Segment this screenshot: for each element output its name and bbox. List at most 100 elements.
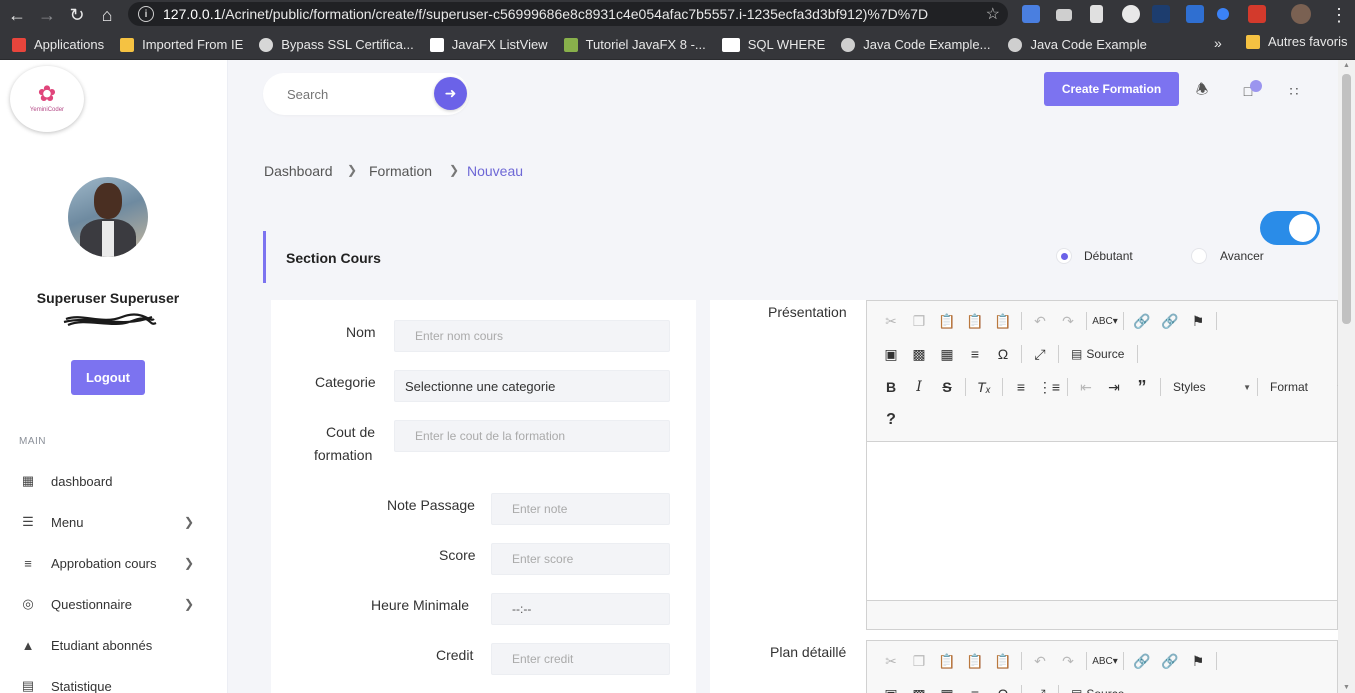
blockquote-icon[interactable]: ” [1128,375,1156,399]
doc-extension-icon[interactable] [1090,5,1103,23]
search-submit-button[interactable]: ➜ [434,77,467,110]
italic-icon[interactable]: I [905,375,933,399]
numbered-list-icon[interactable]: ≡ [1007,375,1035,399]
bookmark-java-code-1[interactable]: Java Code Example... [841,37,990,52]
bookmark-applications[interactable]: Applications [12,37,104,52]
format-dropdown[interactable]: Format▼ [1262,375,1346,399]
bookmark-sql-where[interactable]: SQL WHERE [721,37,825,52]
link-icon[interactable]: 🔗 [1128,649,1156,673]
paste-text-icon[interactable]: 📋 [961,309,989,333]
bookmark-bypass-ssl[interactable]: Bypass SSL Certifica... [259,37,414,52]
copy-icon[interactable]: ❐ [905,649,933,673]
cout-input[interactable]: Enter le cout de la formation [394,420,670,452]
help-icon[interactable]: ? [877,408,905,432]
anchor-flag-icon[interactable]: ⚑ [1184,649,1212,673]
sidebar-item-menu[interactable]: ☰ Menu ❯ [0,507,216,537]
heure-time-input[interactable]: --:-- [491,593,670,625]
paste-word-icon[interactable]: 📋 [989,649,1017,673]
sidebar-item-etudiants[interactable]: ▲ Etudiant abonnés [0,630,216,660]
source-button[interactable]: ▤Source [1063,342,1133,366]
bookmark-java-code-2[interactable]: Java Code Example [1008,37,1147,52]
horizontal-rule-icon[interactable]: ≡ [961,342,989,366]
sidebar-item-approbation[interactable]: ≡ Approbation cours ❯ [0,548,216,578]
app-logo[interactable]: ✿ YeminiCoder [10,66,84,132]
table-icon[interactable]: ▦ [933,682,961,693]
undo-icon[interactable]: ↶ [1026,649,1054,673]
unlink-icon[interactable]: 🔗 [1156,649,1184,673]
nom-input[interactable]: Enter nom cours [394,320,670,352]
scroll-down-icon[interactable]: ▼ [1343,684,1350,691]
spellcheck-icon[interactable]: ABC▾ [1091,649,1119,673]
sidebar-item-questionnaire[interactable]: ◎ Questionnaire ❯ [0,589,216,619]
score-input[interactable]: Enter score [491,543,670,575]
categorie-select[interactable]: Selectionne une categorie [394,370,670,402]
link-icon[interactable]: 🔗 [1128,309,1156,333]
spellcheck-icon[interactable]: ABC▾ [1091,309,1119,333]
horizontal-rule-icon[interactable]: ≡ [961,682,989,693]
bulleted-list-icon[interactable]: ⋮≡ [1035,375,1063,399]
flash-icon[interactable]: ▩ [905,342,933,366]
forward-icon[interactable]: → [34,2,60,28]
redo-icon[interactable]: ↷ [1054,649,1082,673]
bookmark-imported-ie[interactable]: Imported From IE [120,37,243,52]
flash-icon[interactable]: ▩ [905,682,933,693]
logout-button[interactable]: Logout [71,360,145,395]
maximize-icon[interactable]: ⤢ [1026,342,1054,366]
source-button[interactable]: ▤Source [1063,682,1133,693]
address-bar[interactable]: i 127.0.0.1/Acrinet/public/formation/cre… [128,2,1008,26]
url-text[interactable]: 127.0.0.1/Acrinet/public/formation/creat… [163,6,983,22]
bookmark-tutoriel-javafx[interactable]: Tutoriel JavaFX 8 -... [563,37,706,52]
section-toggle[interactable] [1260,211,1320,245]
home-icon[interactable]: ⌂ [94,2,120,28]
bookmark-star-icon[interactable]: ☆ [986,4,1000,24]
paste-icon[interactable]: 📋 [933,309,961,333]
page-scrollbar[interactable]: ▲ ▼ [1338,60,1355,693]
cut-icon[interactable]: ✂ [877,649,905,673]
search-input[interactable] [287,84,427,104]
special-char-icon[interactable]: Ω [989,682,1017,693]
outdent-icon[interactable]: ⇤ [1072,375,1100,399]
table-icon[interactable]: ▦ [933,342,961,366]
level-avancer-radio[interactable] [1191,248,1207,264]
scroll-up-icon[interactable]: ▲ [1343,62,1350,69]
paste-icon[interactable]: 📋 [933,649,961,673]
bookmark-javafx-listview[interactable]: JavaFX ListView [429,37,548,52]
breadcrumb-dashboard[interactable]: Dashboard [264,163,333,179]
level-debutant-radio[interactable] [1056,248,1072,264]
red-extension-icon[interactable] [1248,5,1266,23]
breadcrumb-formation[interactable]: Formation [369,163,432,179]
redo-icon[interactable]: ↷ [1054,309,1082,333]
apps-grid-icon[interactable]: ∷ [1286,82,1302,100]
indent-icon[interactable]: ⇥ [1100,375,1128,399]
styles-dropdown[interactable]: Styles ▼ [1165,375,1253,399]
bell-icon[interactable]: 🕭 [1194,81,1210,100]
image-icon[interactable]: ▣ [877,342,905,366]
paste-word-icon[interactable]: 📋 [989,309,1017,333]
sidebar-item-dashboard[interactable]: ▦ dashboard [0,466,216,496]
star-extension-icon[interactable] [1152,5,1170,23]
undo-icon[interactable]: ↶ [1026,309,1054,333]
circle-extension-icon[interactable] [1122,5,1140,23]
sidebar-item-statistique[interactable]: ▤ Statistique [0,671,216,693]
back-icon[interactable]: ← [4,2,30,28]
image-icon[interactable]: ▣ [877,682,905,693]
bold-icon[interactable]: B [877,375,905,399]
bookmarks-overflow[interactable]: » [1214,35,1222,51]
cut-icon[interactable]: ✂ [877,309,905,333]
create-formation-button[interactable]: Create Formation [1044,72,1179,106]
credit-input[interactable]: Enter credit [491,643,670,675]
special-char-icon[interactable]: Ω [989,342,1017,366]
paste-text-icon[interactable]: 📋 [961,649,989,673]
remove-format-icon[interactable]: Tₓ [970,375,998,399]
camera-extension-icon[interactable] [1056,9,1072,21]
windows-extension-icon[interactable] [1186,5,1204,23]
translate-extension-icon[interactable] [1022,5,1040,23]
presentation-editor-body[interactable] [867,441,1337,601]
maximize-icon[interactable]: ⤢ [1026,682,1054,693]
reload-icon[interactable]: ↻ [64,2,90,28]
scrollbar-thumb[interactable] [1342,74,1351,324]
other-bookmarks[interactable]: Autres favoris [1246,34,1347,49]
diamond-extension-icon[interactable] [1217,8,1229,20]
strike-icon[interactable]: S [933,375,961,399]
anchor-flag-icon[interactable]: ⚑ [1184,309,1212,333]
